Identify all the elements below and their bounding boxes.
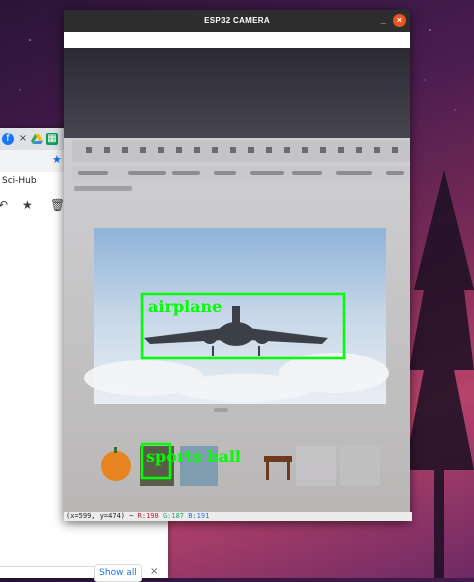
table-thumbnail [264, 456, 292, 462]
google-drive-icon[interactable] [31, 133, 43, 145]
status-red: R:198 [137, 512, 159, 520]
status-bar: (x=599, y=474) ~ R:198 G:187 B:191 [64, 512, 412, 521]
status-blue: B:191 [188, 512, 210, 520]
status-coords: (x=599, y=474) ~ [66, 512, 134, 520]
show-all-button[interactable]: Show all [94, 564, 142, 582]
bookmark-star-icon[interactable]: ★ [52, 153, 62, 166]
background-room [64, 48, 410, 148]
window-title: ESP32 CAMERA [204, 16, 270, 25]
tab-close-icon[interactable]: × [17, 133, 29, 145]
detection-label-airplane: airplane [148, 297, 222, 316]
facebook-icon[interactable]: f [2, 133, 14, 145]
trash-icon[interactable]: 🗑 [50, 198, 65, 212]
orange-thumbnail [101, 451, 131, 481]
close-icon[interactable]: × [393, 14, 406, 27]
minimize-icon[interactable]: _ [381, 10, 386, 30]
detection-label-sports-ball: sports ball [146, 447, 241, 466]
downloads-close-icon[interactable]: × [150, 566, 158, 577]
status-green: G:187 [162, 512, 185, 520]
google-sheets-icon[interactable]: ▦ [46, 133, 58, 145]
image-counter-blur [214, 408, 228, 412]
camera-frame: airplane sports ball [64, 48, 410, 512]
pine-tree-silhouette [404, 170, 474, 578]
star-icon[interactable]: ★ [22, 198, 33, 212]
bookmark-sci-hub[interactable]: Sci-Hub [2, 176, 37, 186]
camera-feed: airplane sports ball [64, 48, 410, 512]
camera-window: ESP32 CAMERA _ × airplane sports ball (x… [64, 10, 412, 521]
undo-icon[interactable]: ↶ [0, 198, 8, 212]
window-titlebar[interactable]: ESP32 CAMERA _ × [64, 10, 410, 32]
window-toolstrip [64, 32, 410, 48]
monitor-page-heading [74, 186, 132, 191]
